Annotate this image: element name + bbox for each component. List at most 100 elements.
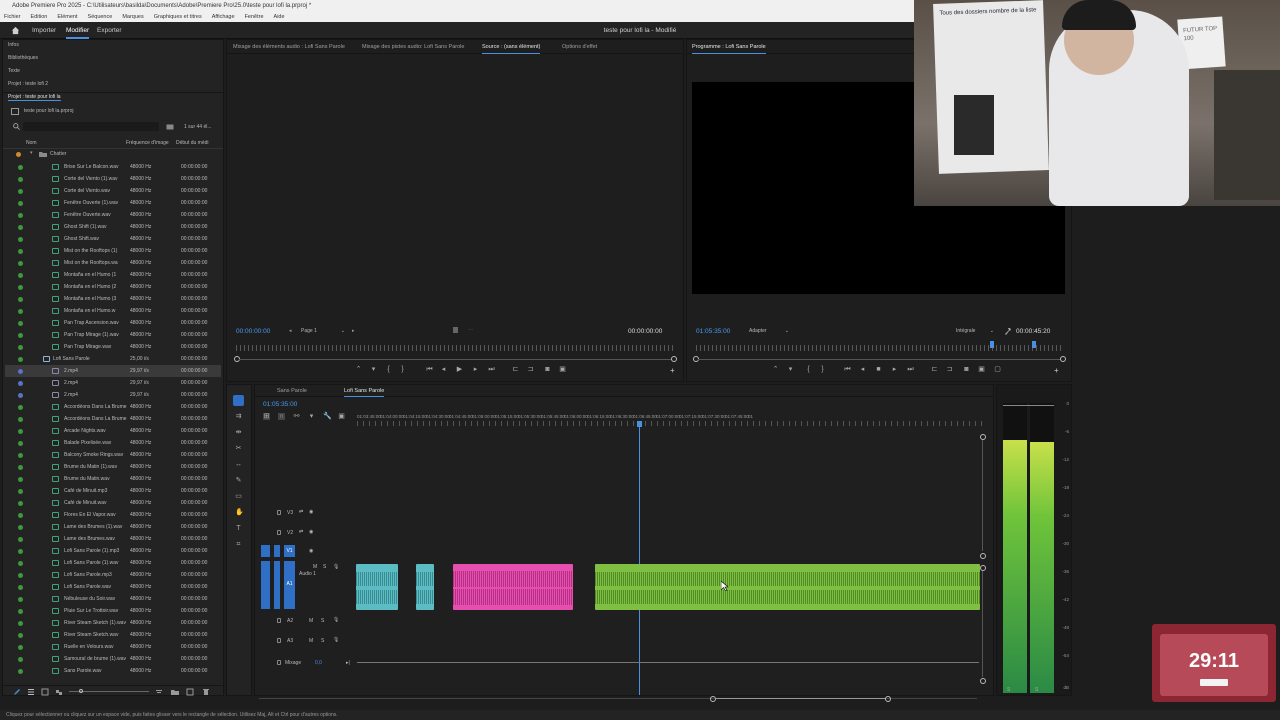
menu-edit[interactable]: Edition [31,12,48,22]
v-scrollbar-audio[interactable] [982,571,983,677]
menu-clip[interactable]: Elément [57,12,77,22]
project-item[interactable]: Balade Pixelisée.wav 48000 Hz 00:00:00:00 [5,437,221,449]
solo-button[interactable]: S [321,638,324,644]
source-timecode[interactable]: 00:00:00:00 [236,328,270,335]
column-media-start[interactable]: Début du médi [176,140,209,146]
label-color-dot[interactable] [18,561,23,566]
project-item[interactable]: River Steam Sketch (1).wav 48000 Hz 00:00:… [5,617,221,629]
eye-icon[interactable]: ◉ [309,529,313,535]
tab-edit[interactable]: Modifier [66,22,90,39]
eye-icon[interactable]: ◉ [309,548,313,554]
caption-tool-icon[interactable]: ⌗ [235,541,242,548]
pencil-icon[interactable] [13,688,21,696]
project-item[interactable]: River Steam Sketch.wav 48000 Hz 00:00:00:0… [5,629,221,641]
label-color-dot[interactable] [18,249,23,254]
v-scroll-handle-top[interactable] [980,434,986,440]
source-scrollbar[interactable] [239,359,671,360]
project-item[interactable]: Brume du Matin (1).wav 48000 Hz 00:00:00:0… [5,461,221,473]
bin-name[interactable]: Chatter [50,151,66,157]
program-ruler[interactable] [696,345,1062,351]
step-forward-icon[interactable]: ⏭ [488,366,495,373]
zoom-slider-handle[interactable] [79,689,83,693]
captions-icon[interactable]: ▣ [338,413,345,420]
label-color-dot[interactable] [18,225,23,230]
project-item[interactable]: 2.mp4 29,97 i/s 00:00:00:00 [5,365,221,377]
project-item[interactable]: Lofi Sans Parole (1).mp3 48000 Hz 00:00:00… [5,545,221,557]
lock-icon[interactable] [277,660,281,665]
project-item[interactable]: Brume du Matin.wav 48000 Hz 00:00:00:00 [5,473,221,485]
add-button-icon[interactable]: + [670,366,675,375]
label-color-dot[interactable] [18,357,23,362]
insert-icon[interactable]: ⊏ [512,366,519,373]
label-color-dot[interactable] [18,669,23,674]
mute-button[interactable]: M [309,618,313,624]
overwrite-icon[interactable]: ⊐ [527,366,534,373]
search-input[interactable] [23,122,159,131]
go-to-in-icon[interactable]: } [399,366,406,373]
next-frame-icon[interactable]: ▸ [891,366,898,373]
program-scrollbar[interactable] [698,359,1060,360]
home-icon[interactable] [11,26,20,35]
audio-clip[interactable] [453,564,573,610]
project-item[interactable]: Lofi Sans Parole.wav 48000 Hz 00:00:00:00 [5,581,221,593]
solo-button[interactable]: S [323,564,326,570]
program-in-marker[interactable] [990,341,994,348]
linked-selection-icon[interactable]: ⚯ [293,413,300,420]
new-item-icon[interactable] [186,688,194,696]
project-item[interactable]: Lofi Sans Parole (1).wav 48000 Hz 00:00:00… [5,557,221,569]
project-item[interactable]: Lofi Sans Parole 25,00 i/s 00:00:00:00 [5,353,221,365]
lock-icon[interactable] [277,510,281,515]
label-color-dot[interactable] [18,189,23,194]
menu-file[interactable]: Fichier [4,12,21,22]
label-color-dot[interactable] [18,477,23,482]
export-frame-icon[interactable]: ◙ [963,366,970,373]
program-scroll-end[interactable] [1060,356,1066,362]
new-bin-footer-icon[interactable] [171,688,179,696]
stop-icon[interactable]: ■ [875,366,882,373]
source-ruler[interactable] [236,345,674,351]
lock-icon[interactable] [274,545,280,557]
snap-icon[interactable]: ∩ [278,413,285,420]
label-color-dot[interactable] [18,597,23,602]
project-item[interactable]: Accordéons Dans La Brume 48000 Hz 00:00:00… [5,413,221,425]
source-next-icon[interactable]: ▸ [352,328,355,334]
label-color-dot[interactable] [18,393,23,398]
pen-tool-icon[interactable]: ✎ [235,477,242,484]
step-back-icon[interactable]: ⏮ [844,366,851,373]
project-item[interactable]: Ghost Shift.wav 48000 Hz 00:00:00:00 [5,233,221,245]
solo-button[interactable]: S [321,618,324,624]
label-color-dot[interactable] [18,165,23,170]
menu-sequence[interactable]: Séquence [88,12,113,22]
label-color-dot[interactable] [18,489,23,494]
panel-tab-project-2[interactable]: Projet : teste lofi 2 [8,81,48,87]
label-color-dot[interactable] [18,525,23,530]
mic-icon[interactable]: 🎙 [333,637,339,643]
label-color-dot[interactable] [18,585,23,590]
sort-icon[interactable] [155,688,163,696]
project-item[interactable]: Montaña en el Humo (3 48000 Hz 00:00:00:00 [5,293,221,305]
ripple-edit-tool-icon[interactable]: ⇹ [235,429,242,436]
drag-video-icon[interactable] [453,327,458,333]
source-prev-icon[interactable]: ◂ [289,328,292,334]
project-item[interactable]: Café de Minuit.wav 48000 Hz 00:00:00:00 [5,497,221,509]
go-to-end-icon[interactable]: ▸| [346,660,350,666]
label-color-dot[interactable] [18,633,23,638]
eye-icon[interactable]: ◉ [309,509,313,515]
project-item[interactable]: Mist on the Rooftops (1) 48000 Hz 00:00:00… [5,245,221,257]
mix-volume-line[interactable] [357,662,979,663]
prev-frame-icon[interactable]: ◂ [859,366,866,373]
project-item[interactable]: Pluie Sur Le Trottoir.wav 48000 Hz 00:00:0… [5,605,221,617]
project-item[interactable]: Pan Trap Mirage.wav 48000 Hz 00:00:00:00 [5,341,221,353]
project-item[interactable]: Lame des Brumes (1).wav 48000 Hz 00:00:00:… [5,521,221,533]
freeform-view-icon[interactable] [55,688,63,696]
project-item[interactable]: Mist on the Rooftops.wa 48000 Hz 00:00:00:… [5,257,221,269]
add-button-icon[interactable]: + [1054,366,1059,375]
label-color-dot[interactable] [18,501,23,506]
step-forward-icon[interactable]: ⏭ [907,366,914,373]
type-tool-icon[interactable]: T [235,525,242,532]
label-color-dot[interactable] [18,657,23,662]
track-label-a1[interactable]: A1 [284,561,295,609]
project-item[interactable]: Samouraï de brume (1).wav 48000 Hz 00:00:0… [5,653,221,665]
timer-button[interactable] [1200,679,1228,686]
label-color-dot[interactable] [18,537,23,542]
